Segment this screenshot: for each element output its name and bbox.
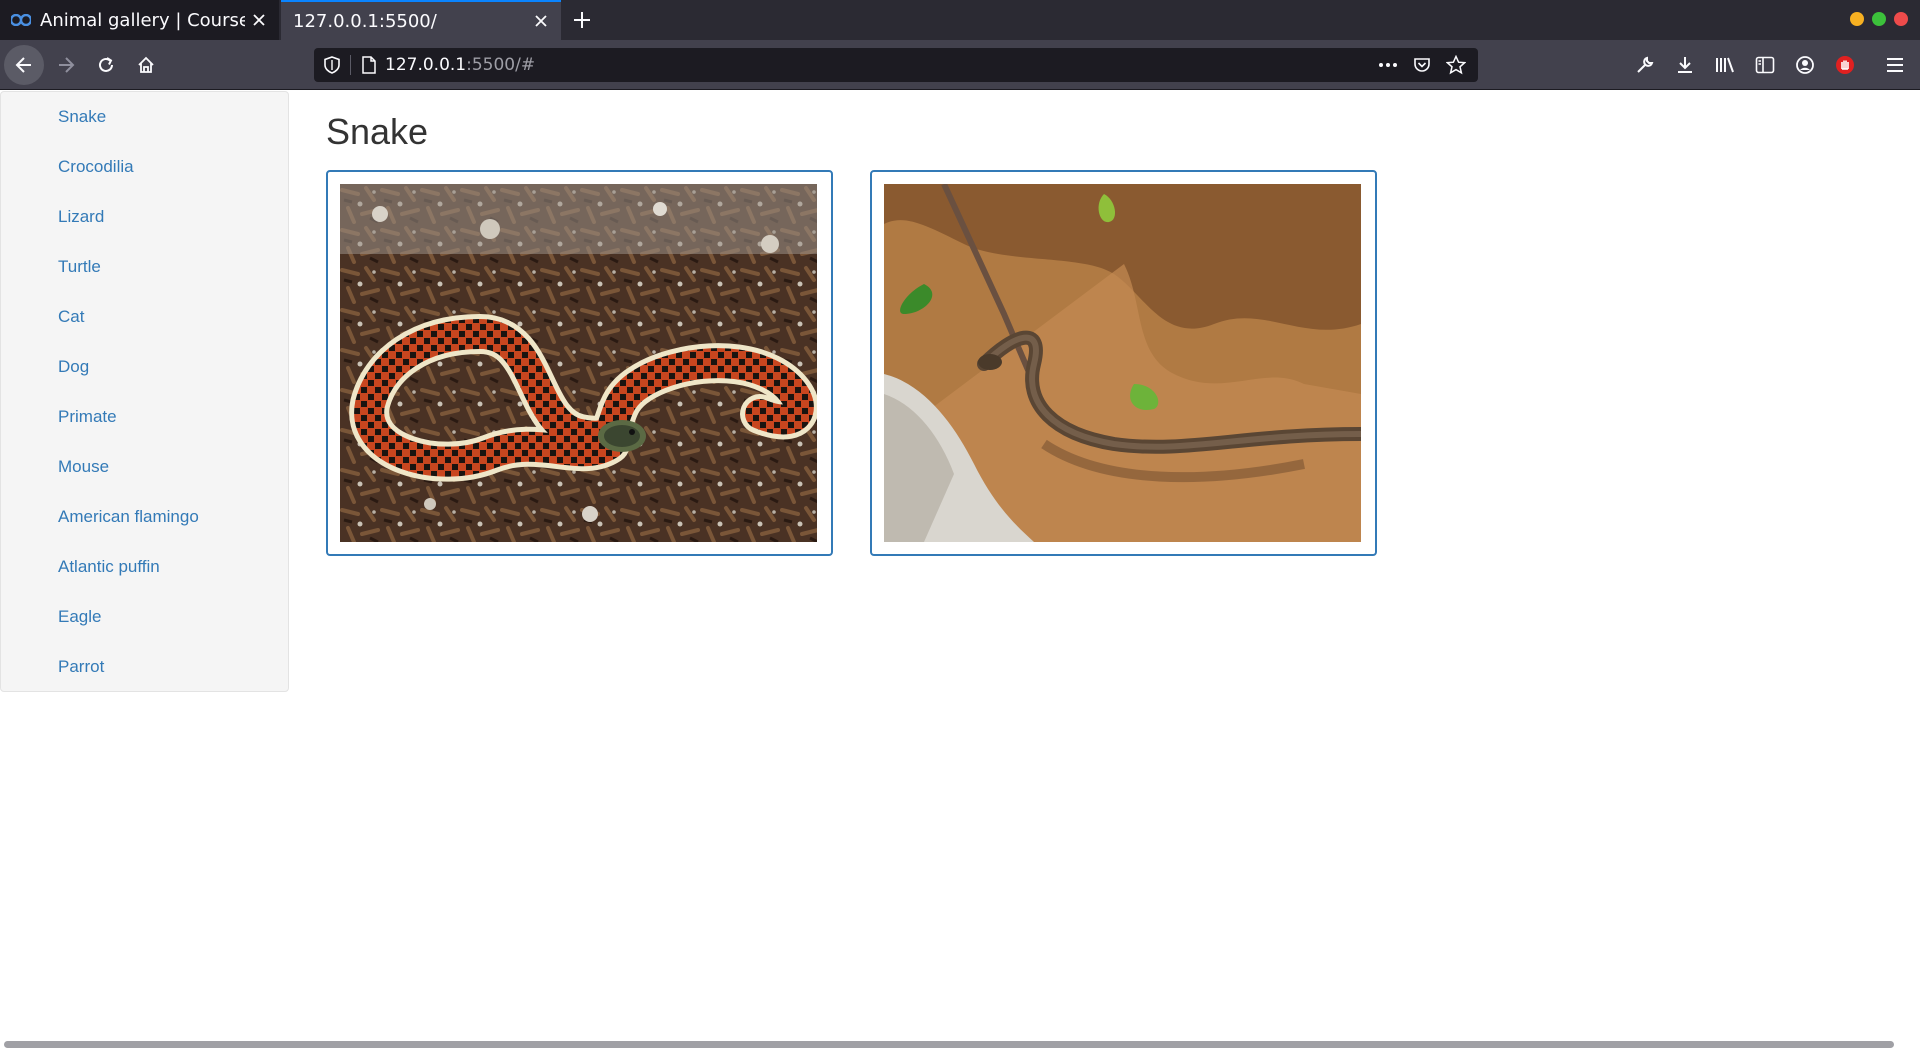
url-separator: [350, 55, 351, 75]
navigation-toolbar: 127.0.0.1:5500/#: [0, 40, 1920, 90]
close-tab-icon[interactable]: [527, 7, 555, 35]
snake-thumbnail-2[interactable]: [870, 170, 1377, 556]
sidebar-item-parrot[interactable]: Parrot: [1, 647, 288, 697]
reload-button[interactable]: [86, 45, 126, 85]
tab-localhost[interactable]: 127.0.0.1:5500/: [281, 0, 561, 40]
url-text[interactable]: 127.0.0.1:5500/#: [385, 55, 1376, 75]
sidebar-item-american-flamingo[interactable]: American flamingo: [1, 497, 288, 547]
page-title: Snake: [326, 111, 429, 152]
url-host: 127.0.0.1: [385, 55, 467, 75]
more-actions-icon[interactable]: [1376, 53, 1400, 77]
maximize-button[interactable]: [1872, 12, 1886, 26]
tab-animal-gallery[interactable]: Animal gallery | Coursera: [0, 0, 279, 40]
sidebar-item-mouse[interactable]: Mouse: [1, 447, 288, 497]
tab-title: Animal gallery | Coursera: [40, 9, 245, 31]
url-path: :5500/#: [466, 55, 536, 75]
download-icon[interactable]: [1669, 49, 1701, 81]
url-bar[interactable]: 127.0.0.1:5500/#: [314, 48, 1478, 82]
tab-strip: Animal gallery | Coursera 127.0.0.1:5500…: [0, 0, 1920, 40]
water-snake-image: [884, 184, 1361, 542]
sidebar-item-atlantic-puffin[interactable]: Atlantic puffin: [1, 547, 288, 597]
sidebar-item-primate[interactable]: Primate: [1, 397, 288, 447]
sidebar-toggle-icon[interactable]: [1749, 49, 1781, 81]
animal-sidebar: Snake Crocodilia Lizard Turtle Cat Dog P…: [0, 91, 289, 692]
sidebar-item-crocodilia[interactable]: Crocodilia: [1, 147, 288, 197]
minimize-button[interactable]: [1850, 12, 1864, 26]
scrollbar-thumb[interactable]: [4, 1041, 1894, 1048]
sidebar-item-cat[interactable]: Cat: [1, 297, 288, 347]
sidebar-item-snake[interactable]: Snake: [1, 97, 288, 147]
window-controls: [1850, 12, 1908, 26]
garter-snake-image: [340, 184, 817, 542]
home-button[interactable]: [126, 45, 166, 85]
extension-blocker-icon[interactable]: [1829, 49, 1861, 81]
close-tab-icon[interactable]: [245, 6, 273, 34]
sidebar-item-dog[interactable]: Dog: [1, 347, 288, 397]
close-window-button[interactable]: [1894, 12, 1908, 26]
coursera-icon: [10, 9, 32, 31]
menu-hamburger-icon[interactable]: [1879, 49, 1911, 81]
library-icon[interactable]: [1709, 49, 1741, 81]
shield-icon[interactable]: [320, 53, 344, 77]
bookmark-star-icon[interactable]: [1444, 53, 1468, 77]
tab-title: 127.0.0.1:5500/: [293, 10, 437, 32]
pocket-icon[interactable]: [1410, 53, 1434, 77]
snake-thumbnail-1[interactable]: [326, 170, 833, 556]
sidebar-item-lizard[interactable]: Lizard: [1, 197, 288, 247]
sidebar-item-eagle[interactable]: Eagle: [1, 597, 288, 647]
wrench-icon[interactable]: [1629, 49, 1661, 81]
new-tab-button[interactable]: [566, 4, 598, 36]
sidebar-item-turtle[interactable]: Turtle: [1, 247, 288, 297]
page-content: Snake Crocodilia Lizard Turtle Cat Dog P…: [0, 91, 1920, 1038]
forward-button[interactable]: [46, 45, 86, 85]
back-button[interactable]: [4, 45, 44, 85]
page-icon[interactable]: [357, 53, 381, 77]
account-icon[interactable]: [1789, 49, 1821, 81]
horizontal-scrollbar[interactable]: [0, 1038, 1920, 1051]
